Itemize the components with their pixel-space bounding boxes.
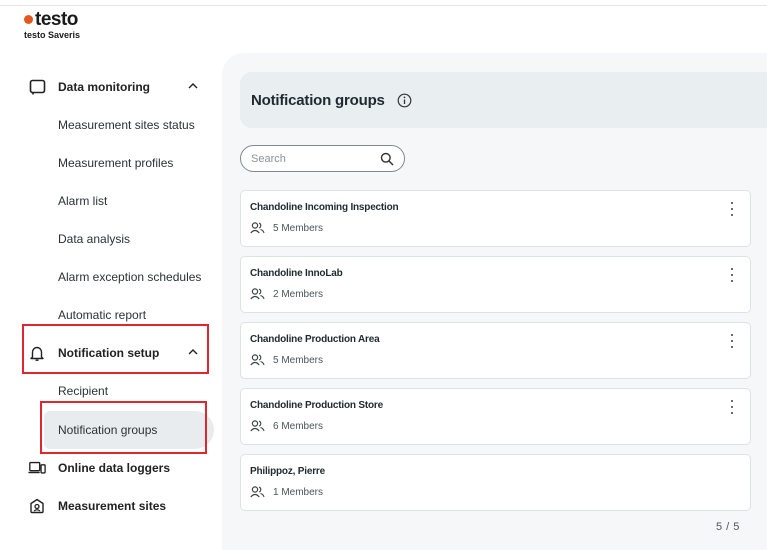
sidebar-nav: Data monitoring Measurement sites status… — [0, 0, 222, 550]
more-options-icon[interactable] — [728, 267, 736, 283]
more-options-icon[interactable] — [728, 399, 736, 415]
sidebar-item-measurement-sites-status[interactable]: Measurement sites status — [24, 106, 214, 144]
search-icon[interactable] — [380, 152, 394, 166]
sidebar-section-label: Measurement sites — [58, 499, 167, 513]
sidebar-item-label: Alarm list — [58, 194, 108, 208]
sidebar-item-alarm-list[interactable]: Alarm list — [24, 182, 214, 220]
sidebar-section-data-monitoring[interactable]: Data monitoring — [24, 68, 214, 106]
users-icon — [250, 486, 265, 498]
group-members: 5 Members — [250, 354, 323, 366]
sidebar-item-label: Measurement sites status — [58, 118, 195, 132]
group-name: Chandoline Incoming Inspection — [250, 202, 399, 213]
group-card[interactable]: Chandoline Production Store 6 Members — [240, 388, 751, 445]
pagination-count: 5 / 5 — [716, 521, 740, 533]
sidebar-item-label: Notification groups — [58, 423, 158, 437]
group-card[interactable]: Chandoline InnoLab 2 Members — [240, 256, 751, 313]
search-field[interactable] — [240, 145, 405, 172]
more-options-icon[interactable] — [728, 201, 736, 217]
group-member-count: 6 Members — [273, 420, 324, 432]
users-icon — [250, 420, 265, 432]
sidebar-section-measurement-sites[interactable]: Measurement sites — [24, 487, 214, 525]
group-name: Chandoline Production Store — [250, 400, 383, 411]
monitor-icon — [28, 78, 46, 96]
sidebar-item-label: Alarm exception schedules — [58, 270, 202, 284]
chevron-up-icon[interactable] — [188, 82, 198, 89]
sidebar-item-alarm-exception-schedules[interactable]: Alarm exception schedules — [24, 258, 214, 296]
group-members: 6 Members — [250, 420, 323, 432]
group-member-count: 2 Members — [273, 288, 324, 300]
sidebar-item-recipient[interactable]: Recipient — [24, 372, 214, 410]
group-card[interactable]: Chandoline Incoming Inspection 5 Members — [240, 190, 751, 247]
group-member-count: 1 Members — [273, 486, 324, 498]
bell-icon — [28, 344, 46, 362]
group-member-count: 5 Members — [273, 354, 324, 366]
sidebar-item-label: Recipient — [58, 384, 109, 398]
users-icon — [250, 288, 265, 300]
page-title: Notification groups — [251, 91, 385, 109]
search-input[interactable] — [251, 152, 371, 165]
group-members: 2 Members — [250, 288, 323, 300]
sidebar-item-label: Data analysis — [58, 232, 131, 246]
page-header: Notification groups — [240, 72, 767, 128]
group-card[interactable]: Philippoz, Pierre 1 Members — [240, 454, 751, 511]
sidebar-item-label: Measurement profiles — [58, 156, 174, 170]
sidebar-item-automatic-report[interactable]: Automatic report — [24, 296, 214, 334]
group-card[interactable]: Chandoline Production Area 5 Members — [240, 322, 751, 379]
group-member-count: 5 Members — [273, 222, 324, 234]
sidebar-item-notification-groups[interactable]: Notification groups — [44, 411, 214, 449]
devices-icon — [28, 459, 46, 477]
sidebar-item-measurement-profiles[interactable]: Measurement profiles — [24, 144, 214, 182]
location-icon — [28, 497, 46, 515]
users-icon — [250, 222, 265, 234]
chevron-up-icon[interactable] — [188, 348, 198, 355]
info-icon[interactable] — [397, 93, 412, 108]
sidebar-section-online-data-loggers[interactable]: Online data loggers — [24, 449, 214, 487]
sidebar-item-data-analysis[interactable]: Data analysis — [24, 220, 214, 258]
group-members: 1 Members — [250, 486, 323, 498]
group-name: Philippoz, Pierre — [250, 466, 325, 477]
sidebar-section-label: Online data loggers — [58, 461, 171, 475]
group-name: Chandoline Production Area — [250, 334, 380, 345]
users-icon — [250, 354, 265, 366]
group-name: Chandoline InnoLab — [250, 268, 343, 279]
sidebar-section-label: Notification setup — [58, 346, 160, 360]
more-options-icon[interactable] — [728, 333, 736, 349]
sidebar-section-label: Data monitoring — [58, 80, 150, 94]
group-members: 5 Members — [250, 222, 323, 234]
sidebar-section-notification-setup[interactable]: Notification setup — [24, 334, 214, 372]
sidebar-item-label: Automatic report — [58, 308, 147, 322]
